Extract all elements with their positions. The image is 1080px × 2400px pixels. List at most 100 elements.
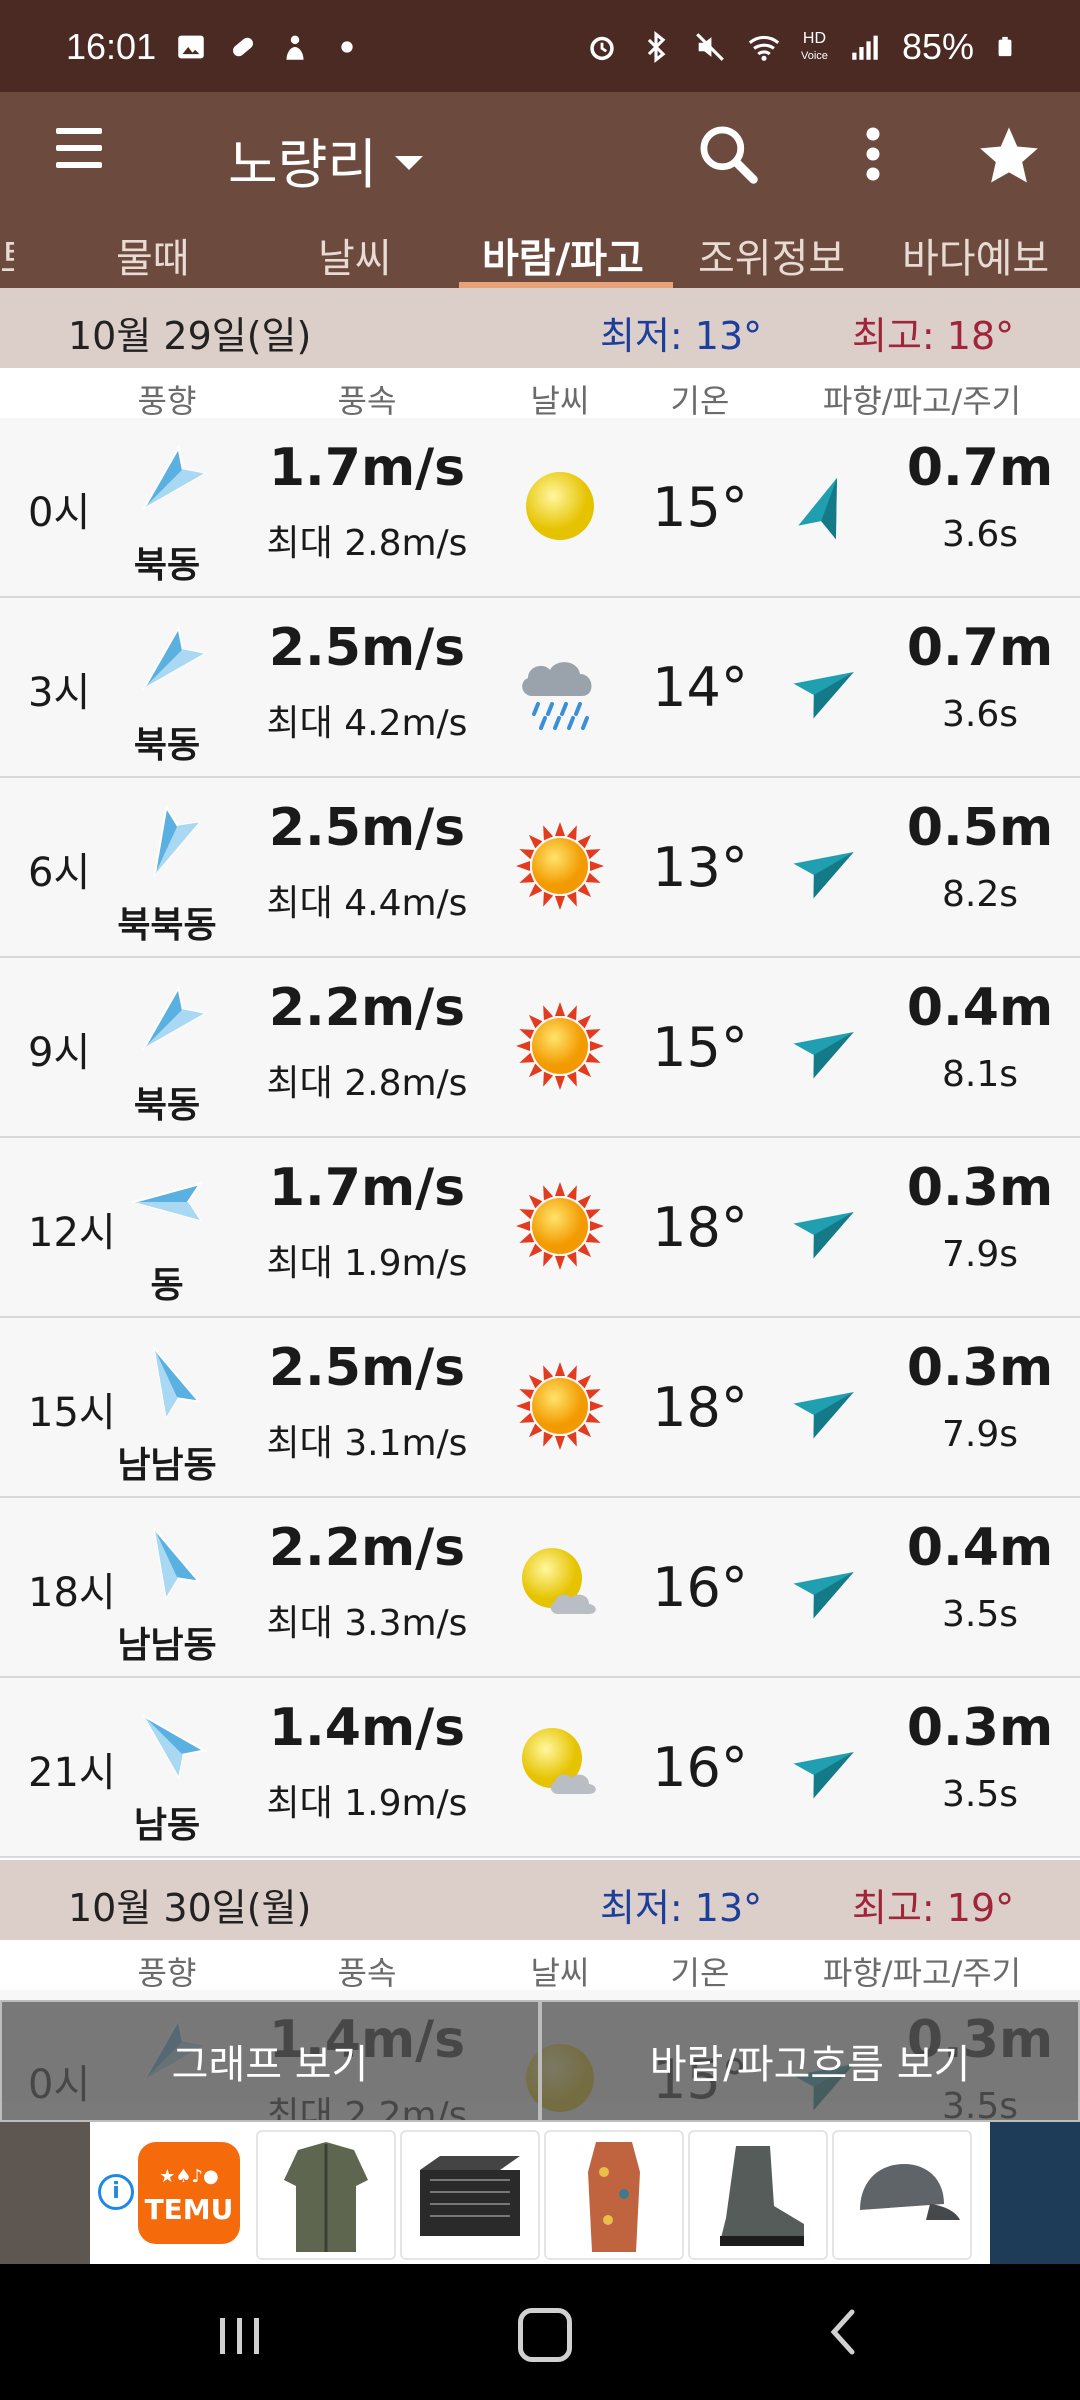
col-wave: 파향/파고/주기 [822, 382, 1022, 420]
wind-direction-arrow-icon [128, 800, 212, 884]
menu-icon[interactable] [56, 128, 102, 174]
recent-apps-icon[interactable] [216, 2316, 264, 2356]
alarm-icon [590, 36, 614, 61]
wind-direction-arrow-icon [128, 980, 212, 1064]
wave-height: 0.7m [906, 438, 1054, 498]
wind-speed: 2.5m/s [268, 618, 466, 678]
wave-height: 0.3m [906, 1698, 1054, 1758]
sunny-icon [512, 1358, 608, 1454]
sun-icon [512, 458, 608, 554]
day-date: 10월 29일(일) [68, 314, 312, 358]
status-right: HD Voice 85% [585, 26, 1016, 68]
forecast-row: 9시 북동 2.2m/s 최대 2.8m/s 15° 0.4m 8.1s [0, 958, 1080, 1138]
wave-period: 8.1s [941, 1054, 1019, 1095]
temperature: 15° [652, 476, 748, 539]
hd-voice-label: HD Voice [801, 29, 828, 62]
ad-panel[interactable]: i ★♠♪● TEMU [90, 2122, 990, 2264]
tab-wind-wave[interactable]: 바람/파고 [482, 226, 644, 284]
forecast-row: 12시 동 1.7m/s 최대 1.9m/s 18° 0.3m 7.9s [0, 1138, 1080, 1318]
wind-direction-arrow-icon [128, 440, 212, 524]
tab-sea-forecast[interactable]: 바다예보 [902, 226, 1049, 284]
wind-direction-label: 동 [150, 1265, 184, 1306]
person-icon [286, 35, 304, 60]
row-time: 6시 [28, 850, 91, 896]
back-icon[interactable] [828, 2308, 858, 2356]
wind-direction-label: 북북동 [117, 905, 217, 946]
star-icon[interactable] [976, 122, 1042, 188]
column-header: 풍향 풍속 날씨 기온 파향/파고/주기 [0, 368, 1080, 420]
wave-period: 8.2s [941, 874, 1019, 915]
col-weather: 날씨 [530, 1954, 590, 1992]
wifi-icon [748, 35, 780, 61]
col-wind-speed: 풍속 [337, 1954, 397, 1992]
more-vert-icon[interactable] [858, 124, 888, 184]
graph-view-button[interactable]: 그래프 보기 [0, 2000, 540, 2122]
ad-banner[interactable]: i ★♠♪● TEMU [0, 2122, 1080, 2264]
ad-product-pet-carrier[interactable] [400, 2130, 540, 2260]
forecast-row: 6시 북북동 2.5m/s 최대 4.4m/s 13° 0.5m 8.2s [0, 778, 1080, 958]
forecast-row: 21시 남동 1.4m/s 최대 1.9m/s 16° 0.3m 3.5s [0, 1678, 1080, 1858]
tab-tide[interactable]: 물때 [116, 226, 190, 284]
forecast-row: 15시 남남동 2.5m/s 최대 3.1m/s 18° 0.3m 7.9s [0, 1318, 1080, 1498]
wave-direction-arrow-icon [790, 1732, 862, 1804]
wave-direction-arrow-icon [790, 1372, 862, 1444]
wind-direction-label: 남동 [133, 1805, 201, 1846]
wind-speed: 2.2m/s [268, 1518, 466, 1578]
wave-height: 0.4m [906, 978, 1054, 1038]
wave-direction-arrow-icon [790, 1552, 862, 1624]
wave-period: 3.5s [941, 1774, 1019, 1815]
row-time: 0시 [28, 490, 91, 536]
wind-speed: 2.5m/s [268, 798, 466, 858]
col-weather: 날씨 [530, 382, 590, 420]
tab-edge-fragment[interactable]: 토 [0, 226, 14, 284]
row-time: 18시 [28, 1570, 116, 1616]
row-time: 15시 [28, 1390, 116, 1436]
wind-speed: 2.5m/s [268, 1338, 466, 1398]
temu-logo[interactable]: ★♠♪● TEMU [138, 2142, 240, 2244]
rain-cloud-icon [512, 638, 608, 734]
ad-product-cap[interactable] [832, 2130, 972, 2260]
day-min-temp: 최저: 13° [600, 314, 763, 358]
wave-period: 3.6s [941, 514, 1019, 555]
forecast-row: 0시 북동 1.7m/s 최대 2.8m/s 15° 0.7m 3.6s [0, 418, 1080, 598]
wind-speed: 1.7m/s [268, 1158, 466, 1218]
ad-product-dress[interactable] [544, 2130, 684, 2260]
temperature: 18° [652, 1376, 748, 1439]
ad-product-boot[interactable] [688, 2130, 828, 2260]
wave-height: 0.4m [906, 1518, 1054, 1578]
wind-direction-arrow-icon [128, 1160, 212, 1244]
forecast-row: 18시 남남동 2.2m/s 최대 3.3m/s 16° 0.4m 3.5s [0, 1498, 1080, 1678]
wind-gust-max: 최대 2.8m/s [266, 523, 468, 564]
wind-gust-max: 최대 1.9m/s [266, 1783, 468, 1824]
ad-product-jacket[interactable] [256, 2130, 396, 2260]
gallery-icon [178, 35, 204, 59]
day-header: 10월 30일(월) 최저: 13° 최고: 19° [0, 1860, 1080, 1940]
col-wave: 파향/파고/주기 [822, 1954, 1022, 1992]
wave-height: 0.5m [906, 798, 1054, 858]
search-icon[interactable] [694, 120, 762, 188]
tab-tide-info[interactable]: 조위정보 [698, 226, 845, 284]
wind-gust-max: 최대 4.4m/s [266, 883, 468, 924]
day-max-temp: 최고: 18° [852, 314, 1015, 358]
battery-percent: 85% [901, 26, 974, 67]
location-selector[interactable]: 노량리 [228, 120, 424, 199]
wind-gust-max: 최대 4.2m/s [266, 703, 468, 744]
battery-icon [998, 36, 1012, 57]
col-wind-dir: 풍향 [137, 1954, 197, 1992]
system-nav-bar [0, 2264, 1080, 2400]
mute-icon [696, 33, 724, 61]
col-wind-dir: 풍향 [137, 382, 197, 420]
bluetooth-icon [647, 31, 666, 63]
wind-wave-flow-button[interactable]: 바람/파고흐름 보기 [540, 2000, 1080, 2122]
tab-weather[interactable]: 날씨 [318, 226, 392, 284]
pill-icon [233, 37, 254, 57]
home-icon[interactable] [518, 2308, 572, 2362]
ad-info-icon[interactable]: i [98, 2174, 134, 2210]
col-temp: 기온 [670, 1954, 730, 1992]
column-header: 풍향 풍속 날씨 기온 파향/파고/주기 [0, 1940, 1080, 1992]
row-time: 21시 [28, 1750, 116, 1796]
wave-height: 0.3m [906, 1338, 1054, 1398]
wind-gust-max: 최대 2.8m/s [266, 1063, 468, 1104]
temperature: 18° [652, 1196, 748, 1259]
wind-speed: 2.2m/s [268, 978, 466, 1038]
